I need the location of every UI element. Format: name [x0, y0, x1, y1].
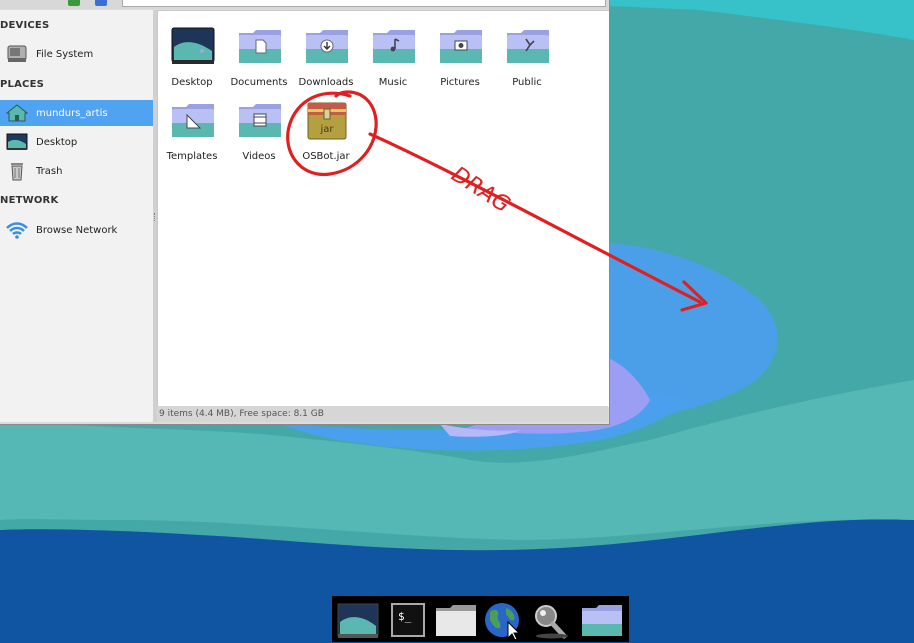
file-manager-button[interactable] — [434, 600, 478, 640]
location-bar[interactable] — [122, 0, 606, 7]
public-folder-icon — [507, 30, 549, 63]
file-label: Desktop — [171, 77, 213, 88]
toolbar — [0, 0, 609, 9]
terminal-icon: $_ — [391, 603, 425, 637]
sidebar: DEVICES File System PLACES mundurs_artis… — [0, 10, 153, 422]
file-label: OSBot.jar — [302, 151, 350, 162]
sidebar-item-file-system[interactable]: File System — [0, 41, 153, 67]
sidebar-item-trash[interactable]: Trash — [0, 158, 153, 184]
sidebar-item-home[interactable]: mundurs_artis — [0, 100, 153, 126]
file-label: Public — [512, 77, 542, 88]
dock: $_ — [332, 596, 629, 642]
pictures-folder-icon — [440, 30, 482, 63]
sidebar-heading-places: PLACES — [0, 79, 45, 90]
documents-folder-icon — [239, 30, 281, 63]
show-desktop-button[interactable] — [336, 600, 380, 640]
jar-file-icon: jar — [307, 102, 347, 140]
sidebar-item-label: mundurs_artis — [36, 107, 108, 119]
trash-icon — [6, 161, 28, 181]
harddrive-icon — [6, 44, 28, 64]
terminal-glyph: $_ — [398, 610, 412, 623]
templates-folder-icon — [172, 104, 214, 137]
sidebar-heading-network: NETWORK — [0, 195, 59, 206]
sidebar-item-browse-network[interactable]: Browse Network — [0, 217, 153, 243]
home-folder-icon — [582, 605, 622, 636]
videos-folder-icon — [239, 104, 281, 137]
desktop-folder-icon — [171, 27, 215, 64]
home-folder-icon — [5, 103, 29, 123]
file-label: Videos — [242, 151, 276, 162]
sidebar-item-label: Desktop — [36, 136, 78, 148]
file-manager-icon — [436, 605, 476, 636]
status-bar: 9 items (4.4 MB), Free space: 8.1 GB — [157, 406, 608, 422]
desktop-icon — [6, 132, 28, 152]
terminal-button[interactable]: $_ — [386, 600, 430, 640]
music-folder-icon — [373, 30, 415, 63]
file-item-downloads[interactable]: Downloads — [292, 27, 358, 97]
file-item-osbot-jar[interactable]: jar OSBot.jar — [292, 101, 358, 171]
file-label: Pictures — [440, 77, 480, 88]
downloads-folder-icon — [306, 30, 348, 63]
sidebar-item-label: Browse Network — [36, 224, 118, 236]
file-item-documents[interactable]: Documents — [225, 27, 291, 97]
home-button[interactable] — [95, 0, 107, 6]
go-up-button[interactable] — [68, 0, 80, 6]
web-browser-icon — [485, 603, 521, 641]
app-finder-icon — [535, 605, 568, 639]
app-finder-button[interactable] — [528, 600, 572, 640]
sidebar-item-desktop[interactable]: Desktop — [0, 129, 153, 155]
file-manager-window: DEVICES File System PLACES mundurs_artis… — [0, 0, 610, 425]
sidebar-item-label: File System — [36, 48, 94, 60]
show-desktop-icon — [337, 603, 379, 638]
wifi-icon — [6, 220, 28, 240]
file-item-music[interactable]: Music — [359, 27, 425, 97]
file-label: Downloads — [298, 77, 354, 88]
file-item-videos[interactable]: Videos — [225, 101, 291, 171]
sidebar-heading-devices: DEVICES — [0, 20, 50, 31]
file-label: Music — [378, 77, 408, 88]
file-item-public[interactable]: Public — [493, 27, 559, 97]
file-label: Documents — [230, 77, 288, 88]
sidebar-item-label: Trash — [36, 165, 63, 177]
home-folder-button[interactable] — [580, 600, 624, 640]
file-item-templates[interactable]: Templates — [158, 101, 224, 171]
file-view: Desktop Documents Downloads Music Pictur… — [157, 10, 609, 407]
jar-icon-text: jar — [319, 124, 334, 135]
file-item-desktop[interactable]: Desktop — [158, 27, 224, 97]
file-item-pictures[interactable]: Pictures — [426, 27, 492, 97]
web-browser-button[interactable] — [482, 600, 526, 641]
file-label: Templates — [166, 151, 218, 162]
